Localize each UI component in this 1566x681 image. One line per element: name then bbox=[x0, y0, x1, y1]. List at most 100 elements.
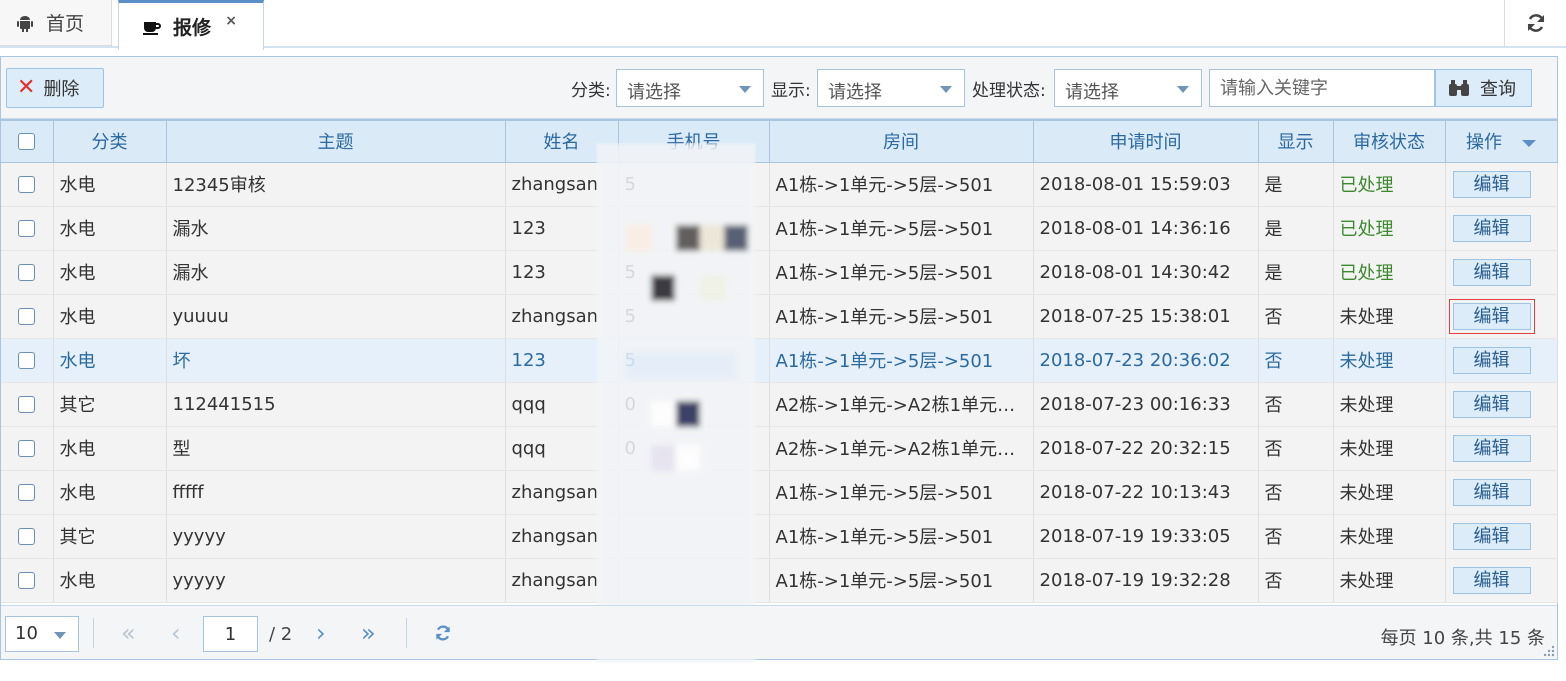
edit-button[interactable]: 编辑 bbox=[1452, 566, 1531, 594]
table-row[interactable]: 其它 yyyyy zhangsan A1栋->1单元->5层->501 2018-07-… bbox=[1, 514, 1558, 559]
cell-category: 水电 bbox=[53, 558, 167, 603]
page-number-input[interactable] bbox=[203, 616, 258, 652]
cell-name: qqq bbox=[505, 426, 619, 471]
cell-display: 否 bbox=[1258, 382, 1334, 427]
cell-category: 水电 bbox=[53, 294, 167, 339]
row-checkbox[interactable] bbox=[18, 176, 36, 193]
cell-subject: 12345审核 bbox=[166, 162, 506, 207]
chevron-down-icon bbox=[54, 632, 66, 639]
edit-button[interactable]: 编辑 bbox=[1452, 522, 1531, 550]
next-page-button[interactable]: › bbox=[316, 618, 326, 648]
table-row[interactable]: 水电 yuuuu zhangsan 5 A1栋->1单元->5层->501 2018-07… bbox=[1, 294, 1558, 339]
table-row[interactable]: 水电 fffff zhangsan A1栋->1单元->5层->501 2018-07-… bbox=[1, 470, 1558, 515]
cell-phone bbox=[618, 514, 770, 559]
edit-button[interactable]: 编辑 bbox=[1452, 478, 1531, 506]
table-row[interactable]: 水电 12345审核 zhangsan 5 A1栋->1单元->5层->501 2018-… bbox=[1, 162, 1558, 207]
first-page-button[interactable]: « bbox=[121, 618, 136, 648]
table-row[interactable]: 水电 yyyyy zhangsan A1栋->1单元->5层->501 2018-07-… bbox=[1, 558, 1558, 603]
status-select[interactable]: 请选择 bbox=[1054, 69, 1202, 107]
column-header-name[interactable]: 姓名 bbox=[505, 119, 619, 163]
row-checkbox[interactable] bbox=[18, 220, 36, 237]
row-select-cell[interactable] bbox=[1, 294, 54, 339]
cell-phone: 5 bbox=[618, 162, 770, 207]
column-header-ops[interactable]: 操作 bbox=[1445, 119, 1558, 163]
column-header-room[interactable]: 房间 bbox=[769, 119, 1034, 163]
row-checkbox[interactable] bbox=[18, 572, 36, 589]
column-header-display[interactable]: 显示 bbox=[1258, 119, 1334, 163]
status-select-value: 请选择 bbox=[1065, 82, 1119, 103]
reload-page-button[interactable] bbox=[433, 623, 453, 647]
display-select[interactable]: 请选择 bbox=[817, 69, 965, 107]
table-body: 水电 12345审核 zhangsan 5 A1栋->1单元->5层->501 2018-… bbox=[1, 162, 1558, 603]
cell-room: A1栋->1单元->5层->501 bbox=[769, 162, 1034, 207]
row-select-cell[interactable] bbox=[1, 514, 54, 559]
prev-page-button[interactable]: ‹ bbox=[171, 618, 181, 648]
cell-time: 2018-07-25 15:38:01 bbox=[1033, 294, 1259, 339]
row-checkbox[interactable] bbox=[18, 528, 36, 545]
cell-subject: yyyyy bbox=[166, 558, 506, 603]
row-select-cell[interactable] bbox=[1, 162, 54, 207]
tab-repair[interactable]: 报修 × bbox=[118, 0, 264, 50]
chevron-down-icon bbox=[739, 86, 751, 93]
select-all-checkbox[interactable] bbox=[18, 133, 36, 151]
table-row[interactable]: 水电 漏水 123 5 A1栋->1单元->5层->501 2018-08-01 14:3… bbox=[1, 250, 1558, 295]
row-select-cell[interactable] bbox=[1, 206, 54, 251]
row-select-cell[interactable] bbox=[1, 558, 54, 603]
edit-button[interactable]: 编辑 bbox=[1452, 214, 1531, 242]
row-select-cell[interactable] bbox=[1, 338, 54, 383]
row-checkbox[interactable] bbox=[18, 484, 36, 501]
cell-name: zhangsan bbox=[505, 294, 619, 339]
category-filter-label: 分类: bbox=[571, 81, 611, 101]
cell-time: 2018-07-23 00:16:33 bbox=[1033, 382, 1259, 427]
cell-subject: yyyyy bbox=[166, 514, 506, 559]
tab-close-icon[interactable]: × bbox=[225, 13, 237, 29]
cell-time: 2018-07-19 19:32:28 bbox=[1033, 558, 1259, 603]
row-checkbox[interactable] bbox=[18, 352, 36, 369]
delete-button[interactable]: ✕ 删除 bbox=[6, 68, 104, 108]
row-checkbox[interactable] bbox=[18, 264, 36, 281]
table-row[interactable]: 其它 112441515 qqq 0 A2栋->1单元->A2栋1单元… 2018-07-… bbox=[1, 382, 1558, 427]
edit-button[interactable]: 编辑 bbox=[1448, 298, 1535, 334]
row-select-cell[interactable] bbox=[1, 382, 54, 427]
edit-button[interactable]: 编辑 bbox=[1452, 390, 1531, 418]
row-select-cell[interactable] bbox=[1, 470, 54, 515]
cell-subject: 漏水 bbox=[166, 250, 506, 295]
resize-grip-icon[interactable] bbox=[1541, 643, 1555, 657]
cell-name: zhangsan bbox=[505, 470, 619, 515]
refresh-tabs-button[interactable] bbox=[1504, 0, 1566, 46]
row-select-cell[interactable] bbox=[1, 250, 54, 295]
cell-room: A1栋->1单元->5层->501 bbox=[769, 470, 1034, 515]
cell-ops: 编辑 bbox=[1445, 250, 1558, 295]
column-header-subject[interactable]: 主题 bbox=[166, 119, 506, 163]
page-size-select[interactable]: 10 bbox=[5, 616, 79, 652]
query-button[interactable]: 查询 bbox=[1435, 69, 1532, 107]
page-size-value: 10 bbox=[15, 623, 38, 644]
select-all-cell[interactable] bbox=[1, 119, 54, 163]
chevron-down-icon[interactable] bbox=[1522, 139, 1536, 147]
keyword-input[interactable] bbox=[1209, 69, 1435, 107]
category-select[interactable]: 请选择 bbox=[616, 69, 764, 107]
column-header-status[interactable]: 审核状态 bbox=[1333, 119, 1446, 163]
row-checkbox[interactable] bbox=[18, 440, 36, 457]
edit-button[interactable]: 编辑 bbox=[1452, 346, 1531, 374]
row-select-cell[interactable] bbox=[1, 426, 54, 471]
column-header-time[interactable]: 申请时间 bbox=[1033, 119, 1259, 163]
cell-phone: 5 bbox=[618, 338, 770, 383]
table-row[interactable]: 水电坏 123 5 A1栋->1单元->5层->501 2018-07-23 20:36… bbox=[1, 338, 1558, 383]
row-checkbox[interactable] bbox=[18, 308, 36, 325]
table-row[interactable]: 水电 漏水 123 A1栋->1单元->5层->501 2018-08-01 14:36… bbox=[1, 206, 1558, 251]
cell-time: 2018-07-19 19:33:05 bbox=[1033, 514, 1259, 559]
column-header-category[interactable]: 分类 bbox=[53, 119, 167, 163]
edit-button[interactable]: 编辑 bbox=[1452, 258, 1531, 286]
tab-home[interactable]: 首页 bbox=[0, 0, 112, 46]
cell-name: 123 bbox=[505, 250, 619, 295]
column-header-phone[interactable]: 手机号 bbox=[618, 119, 770, 163]
cell-room: A1栋->1单元->5层->501 bbox=[769, 206, 1034, 251]
last-page-button[interactable]: » bbox=[361, 618, 376, 648]
cell-display: 否 bbox=[1258, 470, 1334, 515]
cell-display: 否 bbox=[1258, 294, 1334, 339]
table-row[interactable]: 水电型 qqq 0 A2栋->1单元->A2栋1单元… 2018-07-22 20:32… bbox=[1, 426, 1558, 471]
row-checkbox[interactable] bbox=[18, 396, 36, 413]
edit-button[interactable]: 编辑 bbox=[1452, 170, 1531, 198]
edit-button[interactable]: 编辑 bbox=[1452, 434, 1531, 462]
